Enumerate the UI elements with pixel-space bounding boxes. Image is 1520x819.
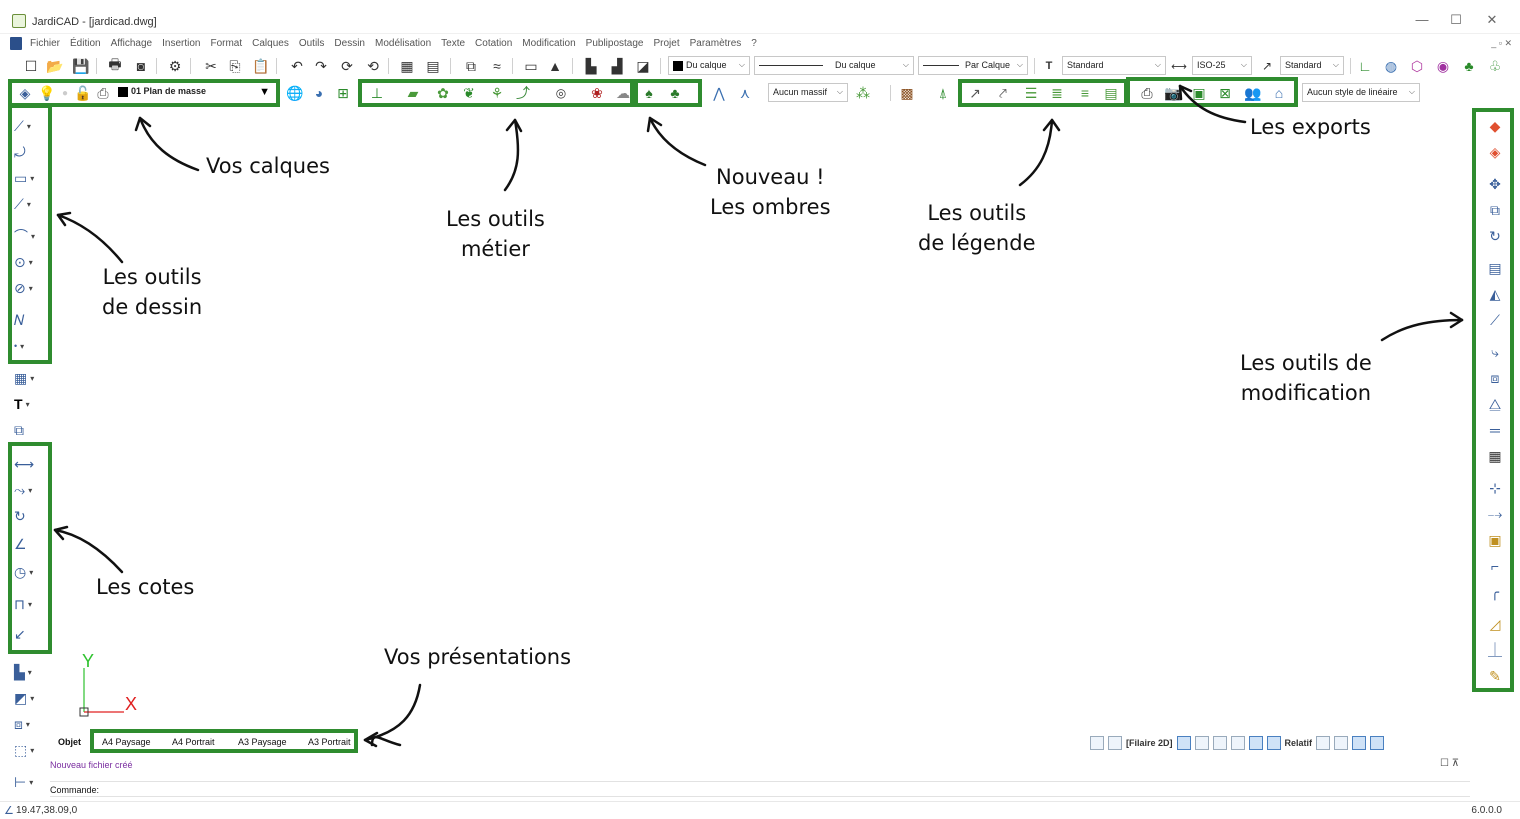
cursor-coordinates: 19.47,38.09,0 [16,805,78,816]
label-exports: Les exports [1250,115,1371,139]
label-presentations: Vos présentations [384,645,572,669]
arrow-ombres [648,116,707,167]
version-label: 6.0.0.0 [1471,805,1502,816]
arrow-cotes [53,528,124,574]
command-line[interactable]: Commande: [50,781,1470,797]
arrow-legende [1018,118,1054,187]
tab-a4-paysage[interactable]: A4 Paysage [102,737,151,747]
label-ombres: Nouveau ! Les ombres [710,165,831,219]
lineweight-toggle-icon[interactable] [1266,736,1281,750]
dynamic-input-icon[interactable] [1370,736,1385,750]
otrack-icon[interactable] [1248,736,1263,750]
arrow-dessin [56,213,124,264]
arrow-modification [1380,318,1464,342]
visual-style[interactable]: [Filaire 2D] [1126,738,1173,748]
label-legende: Les outils de légende [918,201,1036,255]
message-line: Nouveau fichier créé [50,760,133,770]
label-modification: Les outils de modification [1240,351,1372,405]
command-label: Commande: [50,785,100,795]
grid-icon[interactable] [1316,736,1331,750]
paper-space-icon[interactable] [1108,736,1122,750]
label-calques: Vos calques [206,154,330,178]
status-bar: ∠ 19.47,38.09,0 6.0.0.0 [0,801,1520,819]
angle-icon[interactable] [1352,736,1367,750]
tab-model[interactable]: Objet [58,737,81,747]
polar-icon[interactable] [1212,736,1227,750]
model-space-icon[interactable] [1090,736,1104,750]
ucs-mini-icon: ∠ [4,805,14,817]
snap-icon[interactable] [1176,736,1191,750]
label-cotes: Les cotes [96,575,195,599]
jardicad-window: JardiCAD - [jardicad.dwg] — ☐ ✕ Fichier É… [0,0,1520,819]
osnap-icon[interactable] [1230,736,1245,750]
tab-a3-portrait[interactable]: A3 Portrait [308,737,351,747]
label-dessin: Les outils de dessin [102,265,203,319]
relative-toggle[interactable]: Relatif [1285,738,1313,748]
tab-a4-portrait[interactable]: A4 Portrait [172,737,215,747]
command-panel-controls[interactable]: ☐ ⊼ [1440,758,1459,769]
ucs-x-label: X [125,694,138,714]
label-metier: Les outils métier [446,207,545,261]
grid-snap-icon[interactable] [1334,736,1349,750]
ucs-y-label: Y [82,651,95,671]
ortho-icon[interactable] [1194,736,1209,750]
tab-a3-paysage[interactable]: A3 Paysage [238,737,287,747]
status-tools: [Filaire 2D] Relatif [1090,734,1385,752]
